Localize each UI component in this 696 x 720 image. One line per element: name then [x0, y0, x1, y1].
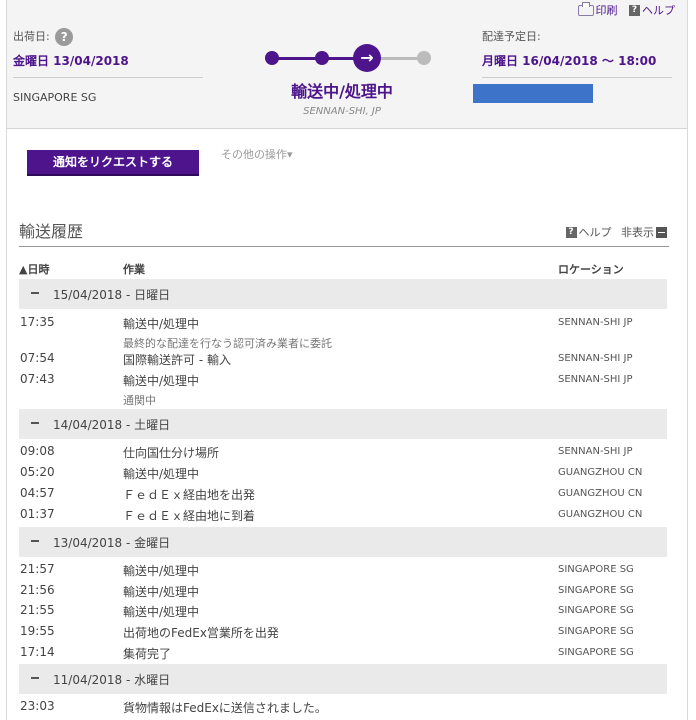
- status-title: 輸送中/処理中: [291, 82, 393, 101]
- progress-step-shipped: [315, 51, 329, 65]
- row-time: 04:57: [20, 486, 55, 500]
- row-activity: 国際輸送許可 - 輸入: [123, 353, 231, 367]
- row-location: SINGAPORE SG: [558, 647, 634, 658]
- row-activity: 輸送中/処理中: [123, 317, 200, 331]
- history-title: 輸送履歴: [19, 222, 84, 241]
- progress-step-delivered: [417, 51, 431, 65]
- row-time: 19:55: [20, 624, 55, 638]
- row-activity: 輸送中/処理中: [123, 564, 200, 578]
- date-group-header[interactable]: 13/04/2018 - 金曜日: [19, 527, 667, 557]
- date-group-header[interactable]: 11/04/2018 - 水曜日: [19, 664, 667, 694]
- row-location: SINGAPORE SG: [558, 605, 634, 616]
- help-icon: ?: [565, 226, 577, 238]
- row-time: 21:57: [20, 562, 55, 576]
- print-icon: [577, 1, 594, 16]
- row-detail: 通関中: [123, 394, 156, 407]
- row-time: 17:35: [20, 315, 55, 329]
- history-divider: [19, 246, 669, 247]
- minus-icon: [31, 422, 39, 424]
- row-time: 21:55: [20, 603, 55, 617]
- date-group-header[interactable]: 14/04/2018 - 土曜日: [19, 409, 667, 439]
- delivery-date: 月曜日 16/04/2018 〜 18:00: [482, 54, 657, 68]
- row-activity: ＦｅｄＥｘ経由地を出発: [123, 488, 256, 502]
- tracking-panel: 印刷 ? ヘルプ 出荷日: ? 金曜日 13/04/2018 SINGAPORE …: [6, 0, 688, 720]
- date-group-header[interactable]: 15/04/2018 - 日曜日: [19, 279, 667, 309]
- row-location: SENNAN-SHI JP: [558, 353, 633, 364]
- more-actions-dropdown[interactable]: その他の操作▾: [221, 146, 293, 162]
- history-tools: ? ヘルプ 非表示: [565, 224, 667, 240]
- minus-icon: [31, 677, 39, 679]
- row-activity: 輸送中/処理中: [123, 605, 200, 619]
- row-location: SINGAPORE SG: [558, 585, 634, 596]
- ship-date: 金曜日 13/04/2018: [13, 54, 129, 68]
- column-date[interactable]: ▲日時: [19, 261, 49, 277]
- origin: SINGAPORE SG: [13, 91, 97, 104]
- row-time: 07:43: [20, 372, 55, 386]
- status-location: SENNAN-SHI, JP: [303, 106, 381, 117]
- row-activity: ＦｅｄＥｘ経由地に到着: [123, 509, 256, 523]
- row-location: SENNAN-SHI JP: [558, 446, 633, 457]
- progress-tracker: →: [259, 44, 431, 74]
- print-label: 印刷: [595, 4, 618, 17]
- divider: [482, 77, 672, 78]
- divider: [13, 77, 203, 78]
- progress-step-picked-up: [265, 51, 279, 65]
- row-activity: 集荷完了: [123, 647, 172, 661]
- row-location: GUANGZHOU CN: [558, 488, 643, 499]
- row-location: SENNAN-SHI JP: [558, 317, 633, 328]
- row-detail: 最終的な配達を行なう認可済み業者に委託: [123, 337, 332, 350]
- row-activity: 仕向国仕分け場所: [123, 446, 220, 460]
- help-label: ヘルプ: [642, 4, 675, 17]
- help-link[interactable]: ? ヘルプ: [621, 2, 675, 18]
- row-activity: 輸送中/処理中: [123, 585, 200, 599]
- row-time: 17:14: [20, 645, 55, 659]
- row-time: 05:20: [20, 465, 55, 479]
- row-time: 23:03: [20, 699, 55, 713]
- row-time: 09:08: [20, 444, 55, 458]
- minus-icon: [31, 540, 39, 542]
- column-location: ロケーション: [558, 263, 624, 276]
- top-links: 印刷 ? ヘルプ: [577, 1, 675, 18]
- row-location: GUANGZHOU CN: [558, 509, 643, 520]
- print-link[interactable]: 印刷: [577, 1, 618, 18]
- shipment-summary: 印刷 ? ヘルプ 出荷日: ? 金曜日 13/04/2018 SINGAPORE …: [7, 0, 687, 129]
- history-help-link[interactable]: ? ヘルプ: [565, 224, 612, 240]
- row-activity: 輸送中/処理中: [123, 467, 200, 481]
- row-time: 07:54: [20, 351, 55, 365]
- column-activity: 作業: [123, 263, 145, 276]
- help-icon: ?: [629, 4, 640, 16]
- row-activity: 貨物情報はFedExに送信されました。: [123, 701, 327, 715]
- row-location: GUANGZHOU CN: [558, 467, 643, 478]
- collapse-icon: [656, 226, 667, 238]
- row-location: SINGAPORE SG: [558, 626, 634, 637]
- row-time: 21:56: [20, 583, 55, 597]
- ship-date-label: 出荷日: ?: [13, 28, 74, 46]
- minus-icon: [31, 292, 39, 294]
- arrow-right-icon: →: [353, 44, 381, 72]
- hide-history-toggle[interactable]: 非表示: [621, 224, 667, 240]
- row-time: 01:37: [20, 507, 55, 521]
- question-circle-icon[interactable]: ?: [55, 28, 74, 46]
- row-activity: 出荷地のFedEx営業所を出発: [123, 626, 279, 640]
- progress-line-done: [267, 57, 359, 60]
- row-location: SINGAPORE SG: [558, 564, 634, 575]
- delivery-date-label: 配達予定日:: [482, 30, 541, 43]
- redacted-block: [473, 84, 593, 103]
- request-notification-button[interactable]: 通知をリクエストする: [27, 150, 199, 176]
- row-location: SENNAN-SHI JP: [558, 374, 633, 385]
- row-activity: 輸送中/処理中: [123, 374, 200, 388]
